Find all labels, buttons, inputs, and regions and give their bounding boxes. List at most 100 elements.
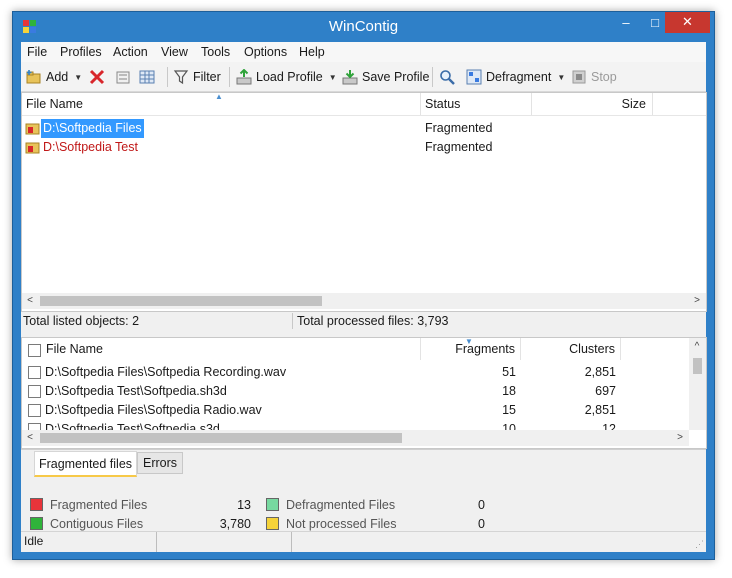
toolbar-separator — [432, 67, 433, 87]
defragment-button[interactable]: Defragment ▼ — [466, 68, 565, 86]
save-profile-icon — [342, 69, 358, 85]
clusters-value: 697 — [595, 384, 616, 398]
menu-view[interactable]: View — [161, 45, 188, 59]
defragment-icon — [466, 69, 482, 85]
menu-help[interactable]: Help — [299, 45, 325, 59]
minimize-button[interactable]: – — [611, 13, 641, 34]
summary-bar: Total listed objects: 2 Total processed … — [21, 311, 706, 331]
menu-tools[interactable]: Tools — [201, 45, 230, 59]
fragmented-files-count: 13 — [237, 498, 251, 512]
profile-name: D:\Softpedia Files — [41, 119, 144, 138]
not-processed-files-count: 0 — [478, 517, 485, 531]
scroll-left-icon[interactable]: < — [22, 293, 38, 309]
title-bar[interactable]: WinContig – □ ✕ — [13, 12, 714, 42]
filter-icon — [173, 69, 189, 85]
horizontal-scrollbar[interactable]: < > — [22, 430, 689, 446]
stop-button[interactable]: Stop — [571, 68, 617, 86]
contiguous-color-swatch — [30, 517, 43, 530]
remove-button[interactable] — [89, 68, 109, 86]
tab-errors[interactable]: Errors — [137, 452, 183, 474]
file-path: D:\Softpedia Files\Softpedia Radio.wav — [45, 403, 262, 417]
column-header-file-name[interactable]: File Name ▲ — [22, 93, 421, 115]
scroll-right-icon[interactable]: > — [672, 430, 688, 446]
toolbar: Add ▼ Filter Load Profile ▼ Save Profile… — [21, 62, 706, 92]
column-header-filler — [621, 338, 689, 360]
add-label: Add — [46, 70, 69, 84]
column-header-file-name[interactable]: File Name — [22, 338, 421, 360]
column-header-status[interactable]: Status — [421, 93, 532, 115]
app-window: WinContig – □ ✕ File Profiles Action Vie… — [12, 11, 715, 560]
scrollbar-thumb[interactable] — [40, 296, 322, 306]
profile-status: Fragmented — [425, 121, 493, 135]
fragmented-files-list[interactable]: File Name Fragments ▼ Clusters D:\Softpe… — [21, 337, 707, 449]
table-row[interactable]: D:\Softpedia Files\Softpedia Radio.wav 1… — [22, 401, 706, 420]
load-profile-button[interactable]: Load Profile ▼ — [236, 68, 337, 86]
vertical-scrollbar[interactable]: ^ — [689, 338, 706, 430]
menu-profiles[interactable]: Profiles — [60, 45, 102, 59]
column-header-size[interactable]: Size — [532, 93, 653, 115]
chevron-down-icon[interactable]: ▼ — [557, 73, 565, 82]
menu-file[interactable]: File — [27, 45, 47, 59]
analyze-button[interactable] — [439, 68, 459, 86]
close-button[interactable]: ✕ — [665, 12, 710, 33]
contiguous-files-count: 3,780 — [219, 517, 251, 531]
scroll-left-icon[interactable]: < — [22, 430, 38, 446]
properties-button[interactable] — [115, 68, 135, 86]
column-header-filler — [653, 93, 706, 115]
defragmented-files-label: Defragmented Files — [286, 498, 396, 512]
resize-grip-icon[interactable]: ⋰ — [695, 539, 704, 550]
list-item[interactable]: D:\Softpedia Test Fragmented — [22, 138, 706, 157]
tab-fragmented-files[interactable]: Fragmented files — [34, 451, 137, 477]
sort-arrow-icon: ▲ — [215, 92, 223, 101]
defragment-label: Defragment — [486, 70, 552, 84]
filter-button[interactable]: Filter — [173, 68, 221, 86]
clusters-value: 2,851 — [584, 403, 616, 417]
load-profile-label: Load Profile — [256, 70, 323, 84]
file-path: D:\Softpedia Test\Softpedia.sh3d — [45, 384, 227, 398]
scroll-right-icon[interactable]: > — [689, 293, 705, 309]
chevron-down-icon[interactable]: ▼ — [329, 73, 337, 82]
row-checkbox[interactable] — [28, 385, 41, 398]
not-processed-files-label: Not processed Files — [286, 517, 397, 531]
folder-icon — [25, 140, 41, 161]
stop-label: Stop — [591, 70, 617, 84]
fragmented-files-label: Fragmented Files — [50, 498, 148, 512]
status-pane-state: Idle — [21, 532, 157, 552]
column-header-fragments[interactable]: Fragments ▼ — [421, 338, 521, 360]
total-listed-objects: Total listed objects: 2 — [23, 314, 140, 328]
add-button[interactable]: Add ▼ — [26, 68, 82, 86]
view-mode-button[interactable] — [139, 68, 159, 86]
status-text: Idle — [24, 534, 44, 548]
toolbar-separator — [167, 67, 168, 87]
load-profile-icon — [236, 68, 252, 85]
window-title: WinContig — [328, 18, 399, 35]
client-area: File Profiles Action View Tools Options … — [21, 42, 707, 552]
contiguous-files-label: Contiguous Files — [50, 517, 144, 531]
column-header-clusters[interactable]: Clusters — [521, 338, 621, 360]
list-item[interactable]: D:\Softpedia Files Fragmented — [22, 119, 706, 138]
sort-arrow-icon: ▼ — [465, 337, 473, 346]
menu-action[interactable]: Action — [113, 45, 148, 59]
chevron-down-icon[interactable]: ▼ — [74, 73, 82, 82]
select-all-checkbox[interactable] — [28, 344, 41, 357]
scrollbar-thumb[interactable] — [693, 358, 702, 374]
profile-list[interactable]: File Name ▲ Status Size D:\Softpedia Fil… — [21, 92, 707, 312]
table-row[interactable]: D:\Softpedia Files\Softpedia Recording.w… — [22, 363, 706, 382]
fragmented-color-swatch — [30, 498, 43, 511]
menu-bar: File Profiles Action View Tools Options … — [21, 42, 706, 62]
file-path: D:\Softpedia Files\Softpedia Recording.w… — [45, 365, 287, 379]
scrollbar-thumb[interactable] — [40, 433, 402, 443]
magnifier-icon — [439, 69, 455, 85]
scroll-up-icon[interactable]: ^ — [689, 339, 705, 355]
stop-icon — [571, 69, 587, 85]
fragments-value: 18 — [502, 384, 516, 398]
table-row[interactable]: D:\Softpedia Test\Softpedia.sh3d 18 697 — [22, 382, 706, 401]
folder-add-icon — [26, 69, 42, 85]
row-checkbox[interactable] — [28, 366, 41, 379]
horizontal-scrollbar[interactable]: < > — [22, 293, 706, 309]
row-checkbox[interactable] — [28, 404, 41, 417]
menu-options[interactable]: Options — [244, 45, 287, 59]
delete-icon — [89, 69, 105, 85]
total-processed-files: Total processed files: 3,793 — [297, 314, 449, 328]
save-profile-button[interactable]: Save Profile — [342, 68, 429, 86]
